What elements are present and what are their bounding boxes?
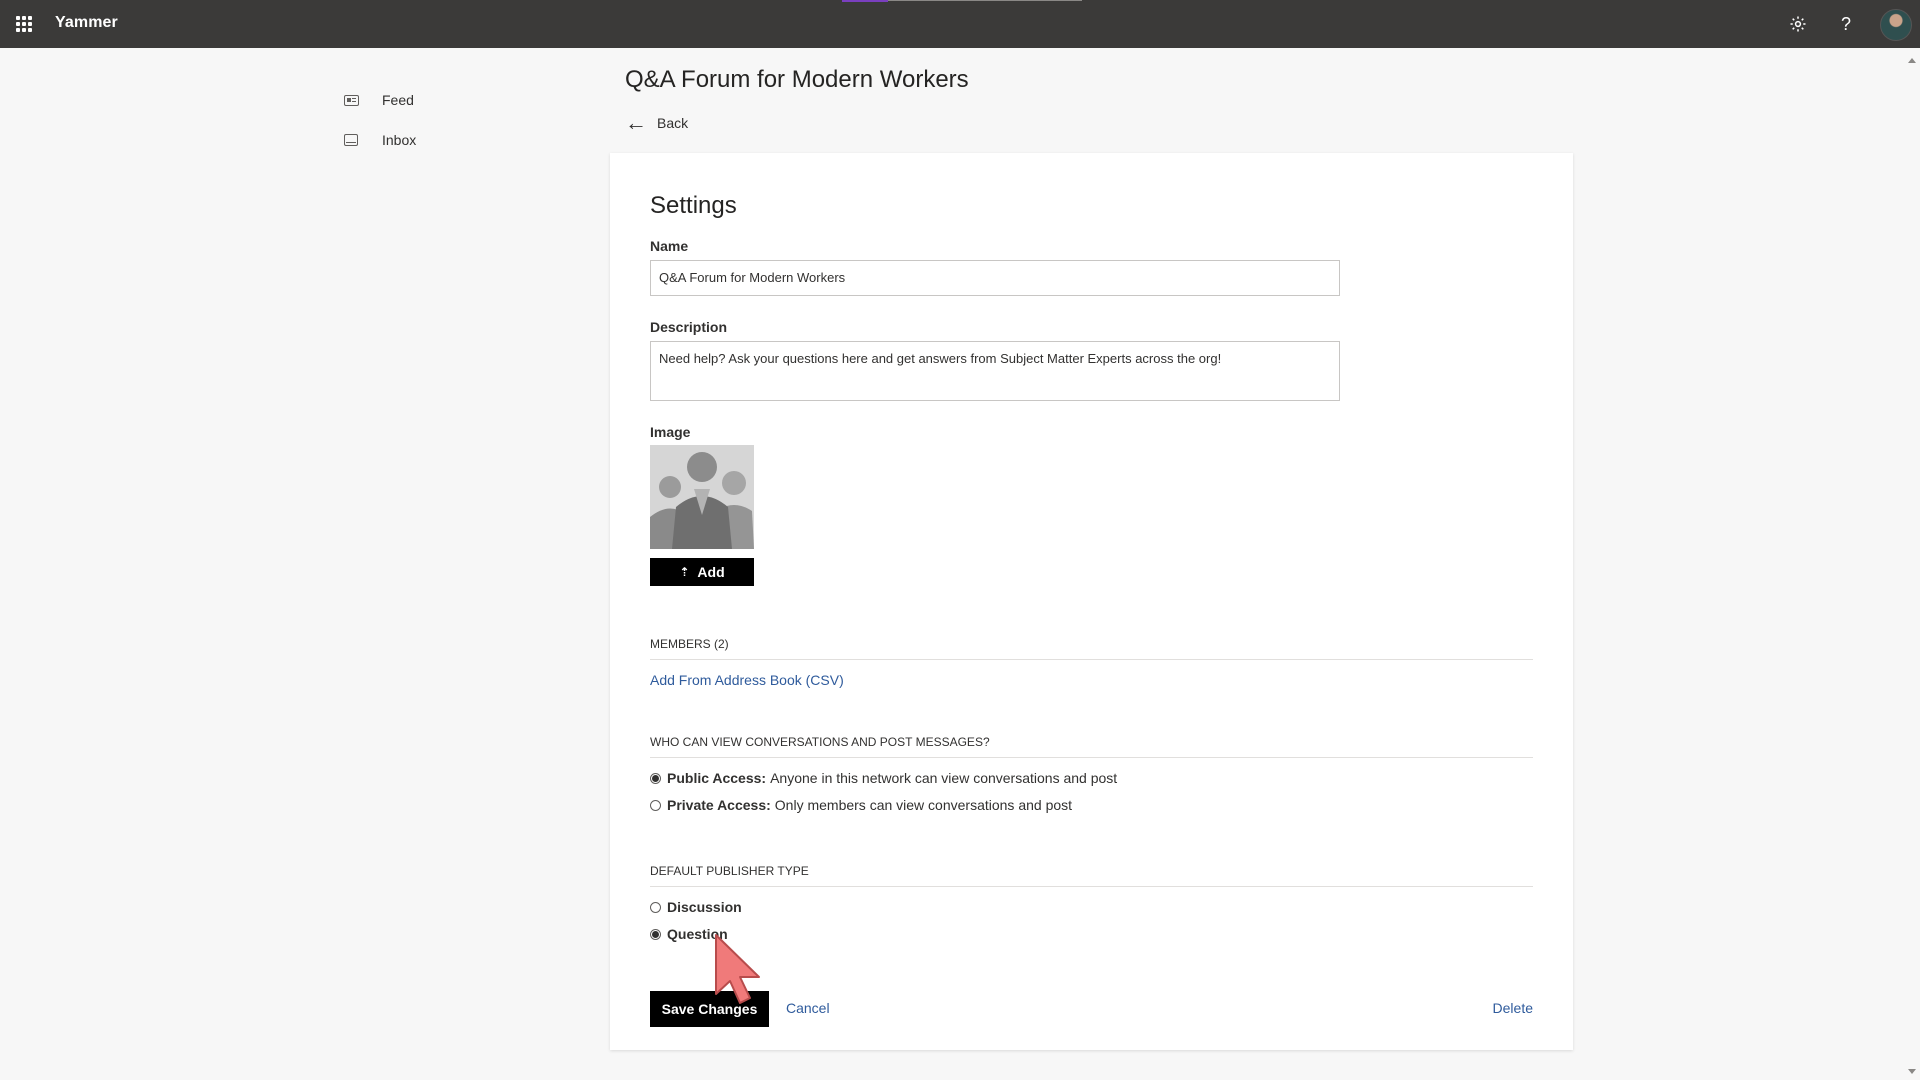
private-access-option[interactable]: Private Access: Only members can view co…	[650, 797, 1072, 813]
scroll-down-icon[interactable]	[1908, 1069, 1916, 1074]
upload-icon: ⇡	[679, 565, 690, 579]
name-input[interactable]: Q&A Forum for Modern Workers	[650, 260, 1340, 296]
vertical-scrollbar[interactable]	[1904, 48, 1920, 1080]
nav-item-label: Inbox	[382, 132, 417, 148]
description-label: Description	[650, 319, 728, 335]
publisher-type-heading: DEFAULT PUBLISHER TYPE	[650, 864, 1533, 887]
loading-indicator	[842, 0, 1082, 2]
avatar[interactable]	[1880, 9, 1912, 41]
question-label: Question	[667, 926, 728, 942]
private-access-title: Private Access:	[667, 797, 771, 813]
add-image-label: Add	[697, 564, 725, 580]
nav-item-inbox[interactable]: Inbox	[340, 120, 416, 160]
nav-item-label: Feed	[382, 92, 414, 108]
name-label: Name	[650, 238, 689, 254]
back-label: Back	[657, 115, 689, 131]
back-button[interactable]: ← Back	[625, 110, 689, 135]
nav-item-feed[interactable]: Feed	[340, 80, 416, 120]
top-bar: Yammer ?	[0, 0, 1920, 48]
settings-card: Settings Name Q&A Forum for Modern Worke…	[610, 153, 1573, 1050]
save-changes-button[interactable]: Save Changes	[650, 991, 769, 1027]
inbox-icon	[340, 131, 362, 149]
gear-icon[interactable]	[1786, 12, 1810, 36]
page-title: Q&A Forum for Modern Workers	[625, 66, 969, 93]
scroll-up-icon[interactable]	[1908, 58, 1916, 63]
access-heading: WHO CAN VIEW CONVERSATIONS AND POST MESS…	[650, 735, 1533, 758]
settings-heading: Settings	[650, 192, 737, 219]
add-from-address-book-link[interactable]: Add From Address Book (CSV)	[650, 672, 844, 688]
public-access-radio[interactable]	[650, 772, 661, 784]
left-nav: Feed Inbox	[340, 80, 416, 160]
discussion-label: Discussion	[667, 899, 742, 915]
delete-link[interactable]: Delete	[1493, 1000, 1533, 1016]
question-option[interactable]: Question	[650, 926, 732, 942]
public-access-option[interactable]: Public Access: Anyone in this network ca…	[650, 770, 1117, 786]
group-image	[650, 445, 754, 549]
description-textarea[interactable]: Need help? Ask your questions here and g…	[650, 341, 1340, 401]
arrow-left-icon: ←	[625, 110, 647, 135]
image-label: Image	[650, 424, 691, 440]
app-title[interactable]: Yammer	[55, 14, 118, 32]
public-access-title: Public Access:	[667, 770, 767, 786]
members-heading: MEMBERS (2)	[650, 637, 1533, 660]
question-radio[interactable]	[650, 928, 661, 940]
question-mark-icon[interactable]: ?	[1834, 12, 1858, 36]
discussion-radio[interactable]	[650, 901, 661, 913]
private-access-radio[interactable]	[650, 799, 661, 811]
cancel-link[interactable]: Cancel	[786, 1000, 830, 1016]
app-launcher-icon[interactable]	[14, 14, 34, 34]
public-access-desc: Anyone in this network can view conversa…	[770, 770, 1118, 786]
feed-icon	[340, 91, 362, 109]
discussion-option[interactable]: Discussion	[650, 899, 746, 915]
private-access-desc: Only members can view conversations and …	[774, 797, 1073, 813]
add-image-button[interactable]: ⇡ Add	[650, 558, 754, 586]
